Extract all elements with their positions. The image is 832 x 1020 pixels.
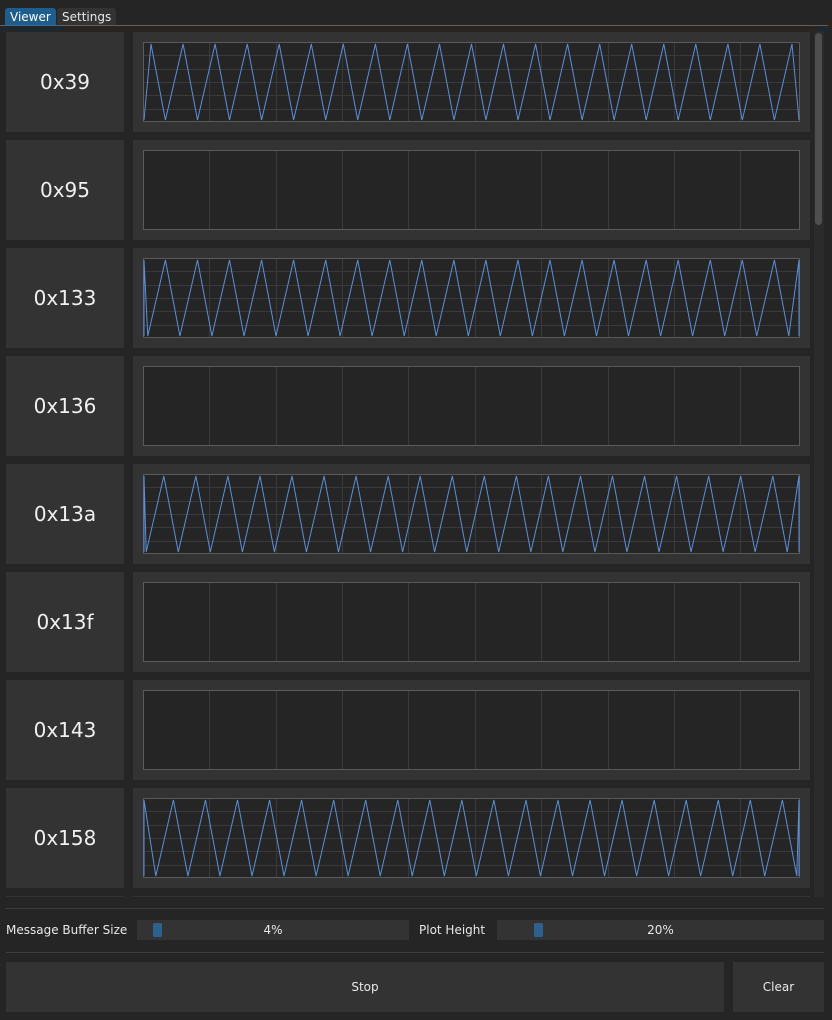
message-id-label: 0x95 [6, 140, 124, 240]
signal-plot-panel[interactable] [133, 896, 810, 897]
can-viewer-app: Viewer Settings 0x39 0x95 0x133 0x136 0x13a 0… [0, 0, 832, 1020]
buffer-size-value: 4% [263, 923, 283, 937]
tab-viewer[interactable]: Viewer [5, 8, 56, 26]
plot-frame [143, 690, 800, 770]
buffer-size-label: Message Buffer Size [6, 923, 128, 937]
message-row: 0x13f [6, 572, 811, 672]
signal-plot[interactable] [143, 582, 800, 662]
scrollbar-thumb[interactable] [815, 33, 822, 225]
plot-height-label: Plot Height [419, 923, 486, 937]
signal-plot-panel[interactable] [133, 680, 810, 780]
message-id-label: 0x13a [6, 464, 124, 564]
message-row: 0x13a [6, 464, 811, 564]
message-row [6, 896, 811, 897]
signal-plot-panel[interactable] [133, 464, 810, 564]
message-row: 0x95 [6, 140, 811, 240]
plot-frame [143, 582, 800, 662]
plot-frame [143, 366, 800, 446]
signal-plot-panel[interactable] [133, 572, 810, 672]
divider [6, 908, 824, 909]
signal-plot-panel[interactable] [133, 248, 810, 348]
signal-plot-panel[interactable] [133, 140, 810, 240]
plot-frame [143, 150, 800, 230]
message-id-box [6, 896, 124, 897]
signal-plot[interactable] [143, 42, 800, 122]
message-row: 0x39 [6, 32, 811, 132]
clear-button[interactable]: Clear [733, 962, 824, 1012]
message-id-label: 0x136 [6, 356, 124, 456]
tab-bar: Viewer Settings [0, 0, 832, 27]
signal-plot[interactable] [143, 474, 800, 554]
message-list[interactable]: 0x39 0x95 0x133 0x136 0x13a 0x13f 0x143 0x158 [0, 27, 832, 897]
plot-height-slider[interactable]: 20% [497, 920, 824, 940]
tab-underline [0, 25, 828, 26]
message-row: 0x133 [6, 248, 811, 348]
tab-settings[interactable]: Settings [57, 8, 117, 26]
signal-plot-panel[interactable] [133, 32, 810, 132]
signal-plot[interactable] [143, 798, 800, 878]
message-id-label: 0x158 [6, 788, 124, 888]
message-row: 0x143 [6, 680, 811, 780]
buffer-size-slider[interactable]: 4% [137, 920, 409, 940]
signal-plot[interactable] [143, 150, 800, 230]
message-id-label: 0x143 [6, 680, 124, 780]
message-row: 0x136 [6, 356, 811, 456]
signal-plot-panel[interactable] [133, 356, 810, 456]
stop-button[interactable]: Stop [6, 962, 724, 1012]
message-id-label: 0x13f [6, 572, 124, 672]
signal-plot[interactable] [143, 690, 800, 770]
message-id-label: 0x133 [6, 248, 124, 348]
signal-plot[interactable] [143, 366, 800, 446]
divider [6, 952, 824, 953]
plot-height-value: 20% [647, 923, 674, 937]
signal-plot-panel[interactable] [133, 788, 810, 888]
message-row: 0x158 [6, 788, 811, 888]
signal-plot[interactable] [143, 258, 800, 338]
message-id-label: 0x39 [6, 32, 124, 132]
